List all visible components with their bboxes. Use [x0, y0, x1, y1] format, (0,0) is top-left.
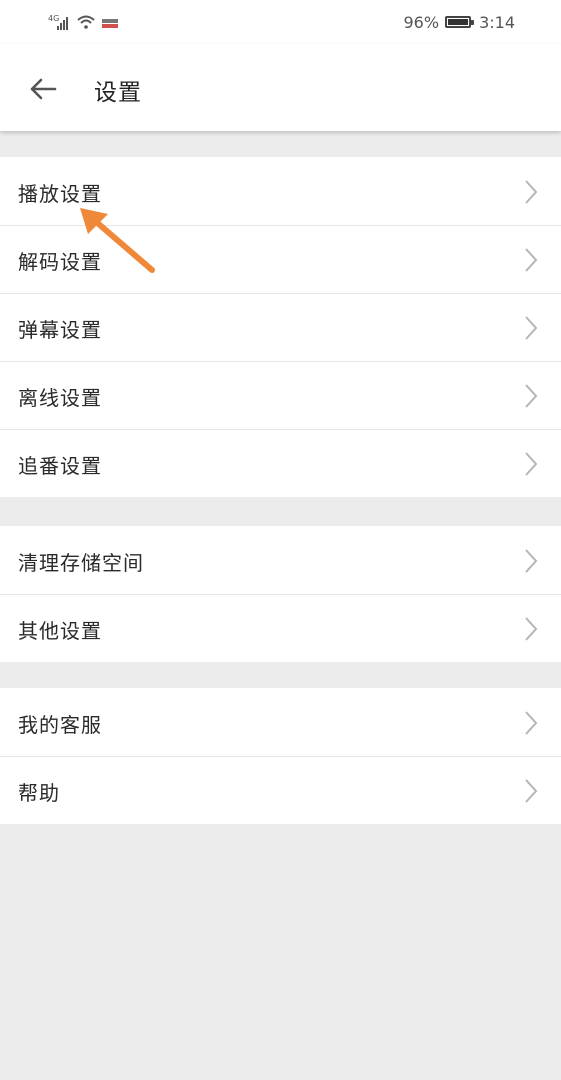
chevron-right-icon: [525, 384, 538, 408]
chevron-right-icon: [525, 617, 538, 641]
status-bar: 4G 96% 3:14: [0, 0, 561, 44]
chevron-right-icon: [525, 316, 538, 340]
settings-group-3: 我的客服 帮助: [0, 688, 561, 824]
settings-row-customer-service[interactable]: 我的客服: [0, 688, 561, 756]
app-header: 设置: [0, 44, 561, 131]
status-icons-right: 96% 3:14: [404, 11, 516, 33]
battery-icon: [445, 16, 475, 28]
chevron-right-icon: [525, 549, 538, 573]
status-icons-left: 4G: [48, 12, 124, 32]
notification-icon: [102, 19, 118, 28]
wifi-icon: [77, 15, 95, 29]
row-label: 追番设置: [18, 454, 102, 478]
settings-row-offline[interactable]: 离线设置: [0, 361, 561, 429]
network-type-label: 4G: [48, 14, 59, 23]
chevron-right-icon: [525, 779, 538, 803]
annotation-arrow-icon: [80, 208, 155, 273]
clock: 3:14: [479, 12, 515, 32]
back-button[interactable]: [26, 72, 60, 106]
signal-wifi-icons: 4G: [48, 14, 118, 30]
settings-row-other[interactable]: 其他设置: [0, 594, 561, 662]
settings-row-clear-storage[interactable]: 清理存储空间: [0, 526, 561, 594]
row-label: 帮助: [18, 781, 60, 805]
settings-row-bangumi[interactable]: 追番设置: [0, 429, 561, 497]
battery-percent: 96%: [403, 12, 440, 32]
chevron-right-icon: [525, 452, 538, 476]
settings-group-2: 清理存储空间 其他设置: [0, 526, 561, 662]
row-label: 我的客服: [18, 713, 102, 737]
row-label: 离线设置: [18, 386, 102, 410]
settings-row-danmaku[interactable]: 弹幕设置: [0, 293, 561, 361]
chevron-right-icon: [525, 711, 538, 735]
page-title: 设置: [94, 80, 142, 106]
chevron-right-icon: [525, 248, 538, 272]
row-label: 清理存储空间: [18, 551, 144, 575]
back-arrow-icon: [30, 78, 57, 100]
row-label: 其他设置: [18, 619, 102, 643]
settings-row-help[interactable]: 帮助: [0, 756, 561, 824]
chevron-right-icon: [525, 180, 538, 204]
row-label: 弹幕设置: [18, 318, 102, 342]
